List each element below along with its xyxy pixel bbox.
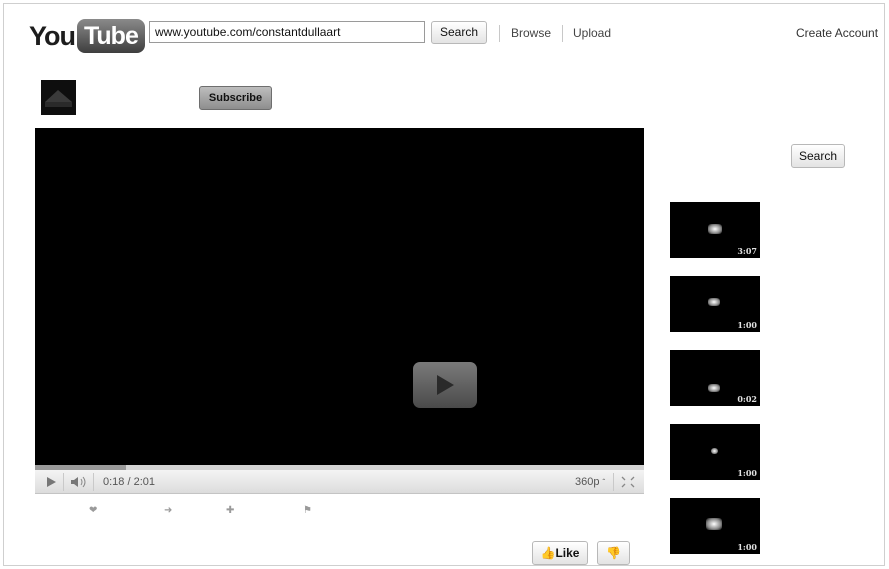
nav-browse-link[interactable]: Browse: [511, 26, 551, 40]
youtube-logo[interactable]: You Tube: [29, 17, 145, 55]
like-button[interactable]: 👍Like: [532, 541, 588, 565]
flag-icon[interactable]: ⚑: [303, 505, 312, 516]
thumbnail-duration: 0:02: [737, 394, 757, 404]
thumbnail-image: [708, 298, 720, 306]
add-icon[interactable]: ✚: [226, 505, 234, 516]
heart-icon[interactable]: ❤: [89, 505, 97, 516]
play-icon[interactable]: [45, 470, 57, 494]
like-label: Like: [555, 546, 580, 560]
video-thumbnail[interactable]: 0:02: [670, 350, 760, 406]
thumbnail-duration: 1:00: [737, 320, 757, 330]
quality-label: 360p: [575, 476, 600, 488]
thumbnail-duration: 1:00: [737, 468, 757, 478]
nav-divider: [562, 25, 563, 42]
thumbnail-duration: 1:00: [737, 542, 757, 552]
logo-tube-text: Tube: [77, 19, 145, 53]
volume-icon[interactable]: [69, 470, 89, 494]
video-thumbnail[interactable]: 3:07: [670, 202, 760, 258]
chevron-up-icon: ˆ: [602, 478, 606, 487]
thumbnail-duration: 3:07: [737, 246, 757, 256]
nav-divider: [499, 25, 500, 42]
video-player[interactable]: [35, 128, 644, 465]
controls-divider: [613, 473, 614, 491]
search-input[interactable]: [149, 21, 425, 43]
video-thumbnail[interactable]: 1:00: [670, 276, 760, 332]
nav-upload-link[interactable]: Upload: [573, 26, 611, 40]
thumbnail-image: [708, 224, 722, 234]
share-icon[interactable]: ➜: [164, 505, 172, 516]
subscribe-button[interactable]: Subscribe: [199, 86, 272, 110]
fullscreen-icon[interactable]: [620, 470, 636, 494]
thumbnail-image: [711, 448, 718, 454]
logo-you-text: You: [29, 20, 76, 51]
channel-avatar[interactable]: [41, 80, 76, 115]
video-thumbnail[interactable]: 1:00: [670, 498, 760, 554]
play-overlay-button[interactable]: [413, 362, 477, 408]
dislike-button[interactable]: 👎: [597, 541, 630, 565]
player-controls: 0:18 / 2:01 360p ˆ: [35, 470, 644, 494]
thumbs-down-icon: 👎: [606, 546, 621, 560]
video-thumbnail[interactable]: 1:00: [670, 424, 760, 480]
thumbnail-image: [706, 518, 722, 530]
create-account-link[interactable]: Create Account: [796, 26, 878, 40]
controls-divider: [93, 473, 94, 491]
search-button[interactable]: Search: [431, 21, 487, 44]
avatar-image: [41, 80, 76, 115]
thumbnail-image: [708, 384, 720, 392]
time-display: 0:18 / 2:01: [103, 476, 155, 488]
thumbs-up-icon: 👍: [540, 546, 556, 560]
quality-selector[interactable]: 360p ˆ: [575, 470, 605, 494]
sidebar-search-button[interactable]: Search: [791, 144, 845, 168]
controls-divider: [63, 473, 64, 491]
play-icon: [437, 375, 454, 395]
